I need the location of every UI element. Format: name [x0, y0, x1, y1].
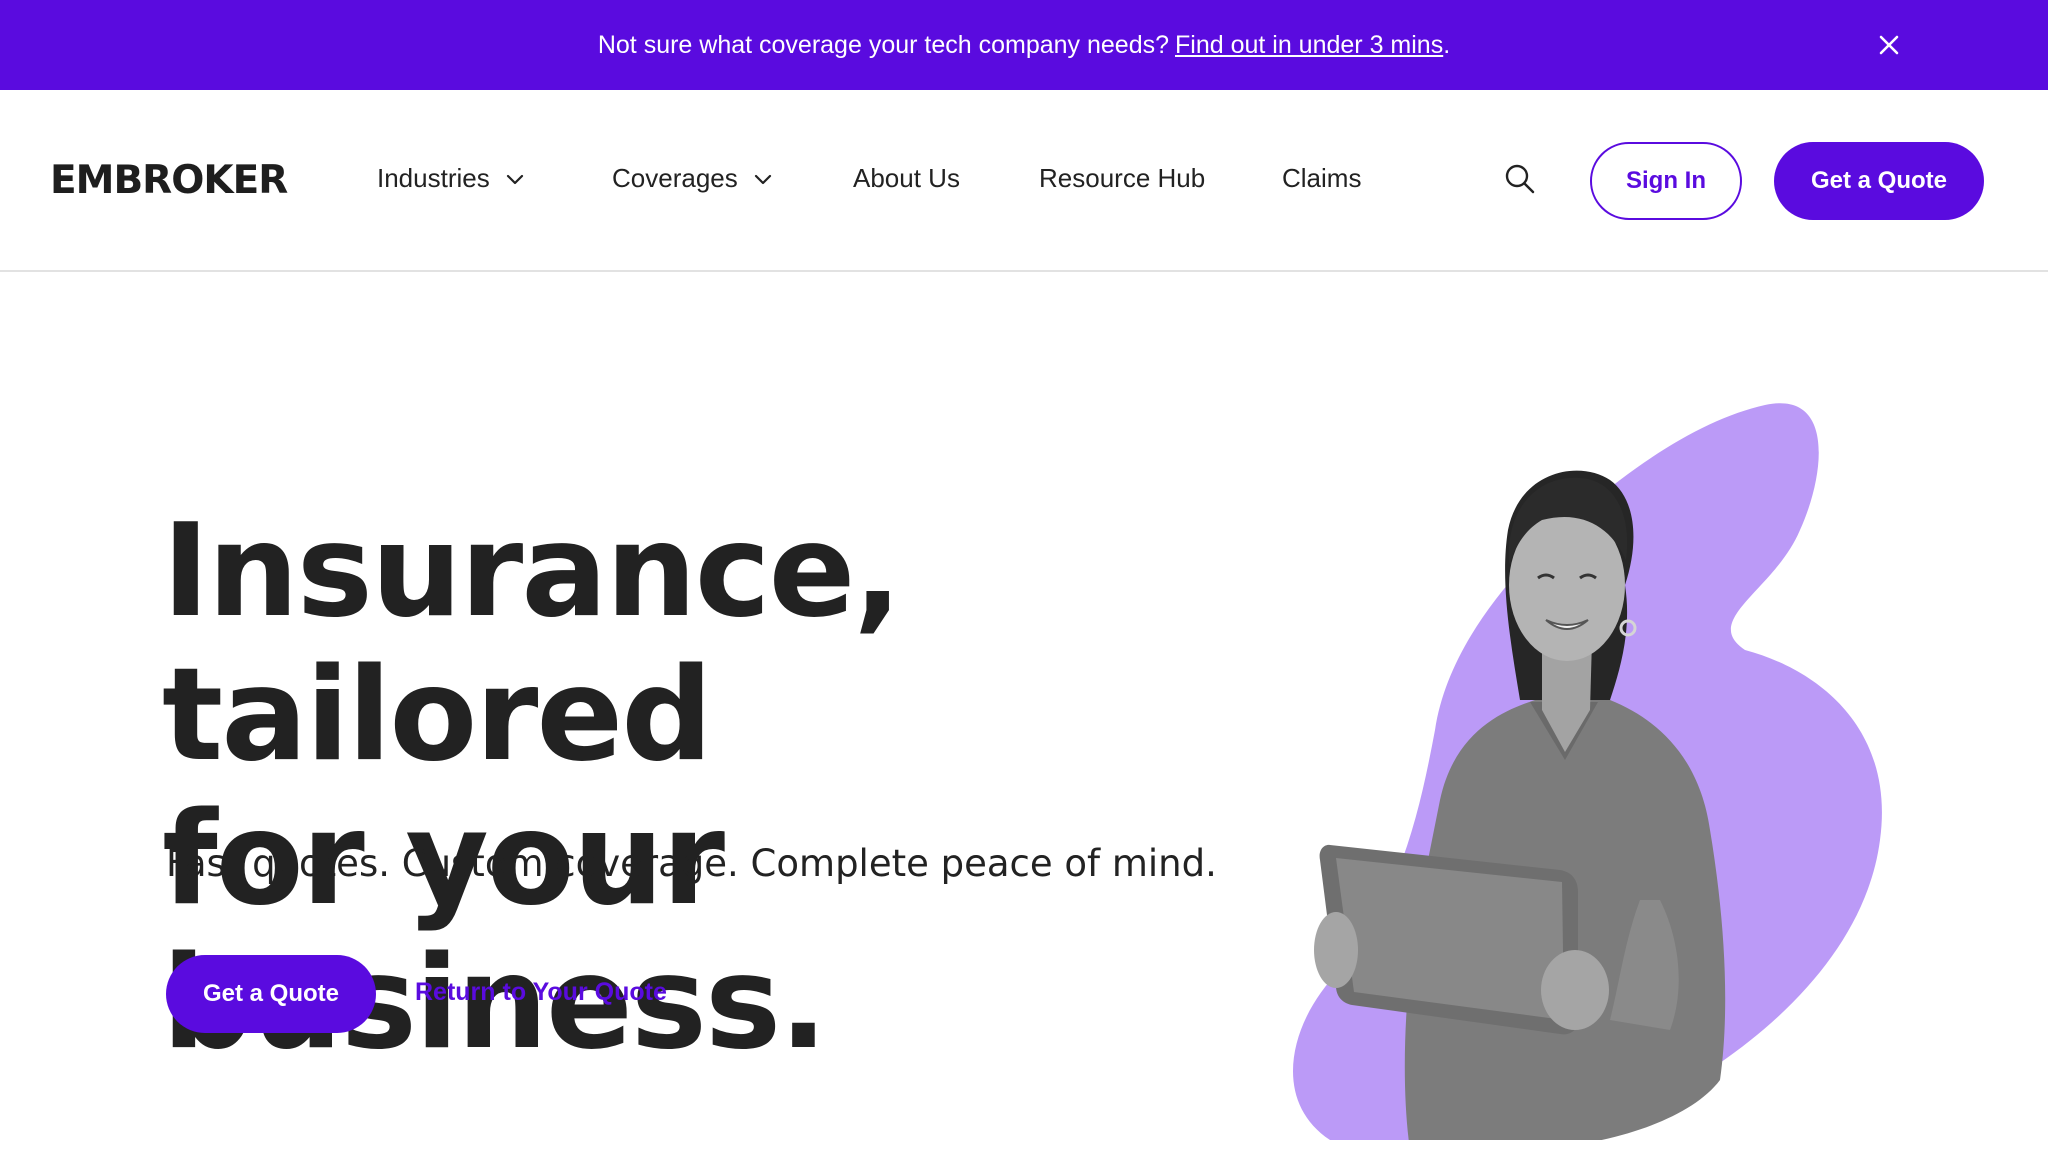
nav-claims[interactable]: Claims — [1282, 163, 1361, 194]
nav-about-us[interactable]: About Us — [853, 163, 960, 194]
announcement-banner: Not sure what coverage your tech company… — [0, 0, 2048, 90]
chevron-down-icon — [754, 174, 771, 184]
banner-period: . — [1443, 30, 1451, 59]
nav-about-us-label: About Us — [853, 163, 960, 193]
banner-text: Not sure what coverage your tech company… — [597, 30, 1169, 59]
banner-link[interactable]: Find out in under 3 mins — [1175, 31, 1443, 60]
nav-coverages[interactable]: Coverages — [612, 163, 774, 194]
nav-resource-hub[interactable]: Resource Hub — [1039, 163, 1205, 194]
hero-get-quote-button[interactable]: Get a Quote — [166, 955, 376, 1033]
hero-title-line-2: for your business. — [162, 785, 828, 1078]
hero-subtitle: Fast quotes. Custom coverage. Complete p… — [166, 842, 1217, 885]
nav-resource-hub-label: Resource Hub — [1039, 163, 1206, 193]
hero-illustration — [1293, 403, 1882, 1140]
embroker-logo[interactable]: EMBROKER — [50, 158, 288, 203]
site-header: EMBROKER Industries Coverages About Us R… — [0, 90, 2048, 272]
hero-title-line-1: Insurance, tailored — [162, 497, 902, 790]
nav-industries[interactable]: Industries — [377, 163, 526, 194]
nav-industries-label: Industries — [377, 163, 490, 193]
nav-claims-label: Claims — [1282, 163, 1362, 193]
nav-coverages-label: Coverages — [612, 163, 738, 193]
header-get-quote-button[interactable]: Get a Quote — [1774, 142, 1984, 220]
chevron-down-icon — [506, 174, 523, 184]
close-icon[interactable] — [1872, 28, 1906, 62]
return-to-quote-link[interactable]: Return to Your Quote — [415, 978, 667, 1007]
search-icon[interactable] — [1503, 162, 1537, 196]
sign-in-button[interactable]: Sign In — [1590, 142, 1742, 220]
